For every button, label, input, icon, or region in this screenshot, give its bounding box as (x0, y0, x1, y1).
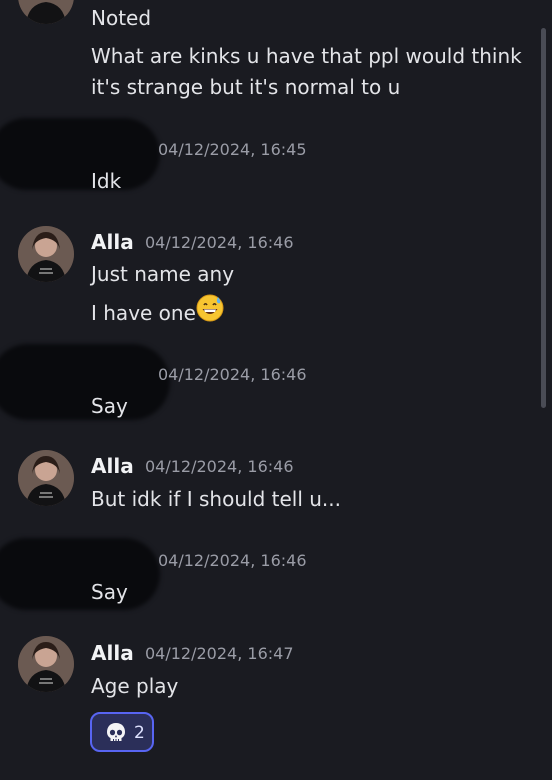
message-timestamp: 04/12/2024, 16:46 (158, 551, 307, 570)
reaction-button[interactable]: 2 (90, 712, 154, 752)
message-author[interactable]: Alla (91, 452, 134, 480)
avatar[interactable] (18, 0, 74, 24)
message-timestamp: 04/12/2024, 16:46 (145, 233, 294, 252)
message-text: it's strange but it's normal to u (91, 75, 401, 99)
scrollbar[interactable] (541, 28, 546, 408)
message-text: What are kinks u have that ppl would thi… (91, 44, 522, 68)
message-timestamp: 04/12/2024, 16:46 (145, 457, 294, 476)
message-text: Say (91, 580, 128, 604)
message-text: Just name any (91, 262, 235, 286)
skull-emoji-icon (105, 722, 127, 748)
reaction-count: 2 (134, 723, 145, 743)
chat-message-list[interactable]: Noted What are kinks u have that ppl wou… (0, 0, 552, 780)
message-text: Noted (91, 6, 152, 30)
message-author[interactable]: Alla (91, 228, 134, 256)
redacted-username (0, 118, 160, 190)
redacted-username (0, 344, 170, 420)
avatar[interactable] (18, 226, 74, 282)
message-timestamp: 04/12/2024, 16:46 (158, 365, 307, 384)
message-text: Idk (91, 169, 122, 193)
redacted-username (0, 538, 160, 610)
message-text-with-emoji: I have one (91, 294, 224, 333)
message-text: But idk if I should tell u... (91, 487, 341, 511)
message-text: Age play (91, 674, 179, 698)
avatar[interactable] (18, 450, 74, 506)
grinning-sweat-emoji-icon (196, 294, 224, 331)
message-author[interactable]: Alla (91, 639, 134, 667)
message-timestamp: 04/12/2024, 16:47 (145, 644, 294, 663)
message-timestamp: 04/12/2024, 16:45 (158, 140, 307, 159)
avatar[interactable] (18, 636, 74, 692)
message-text: Say (91, 394, 128, 418)
message-text: I have one (91, 301, 196, 325)
